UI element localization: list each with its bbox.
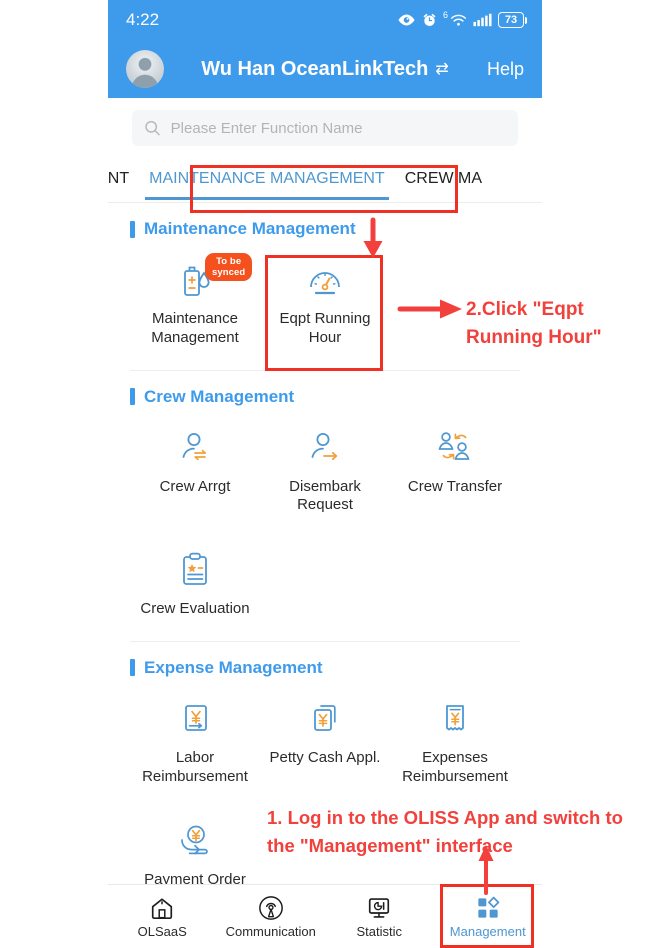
section-title: Crew Management <box>144 386 295 406</box>
yen-document-arrow-icon <box>177 696 213 740</box>
menu-item-label: Expenses Reimbursement <box>402 748 508 785</box>
section-grid: Crew Arrgt Disembark Request Crew Transf… <box>130 411 520 631</box>
menu-item-label: Eqpt Running Hour <box>279 310 371 346</box>
avatar-silhouette-icon <box>131 57 159 88</box>
menu-item-label: Labor Reimbursement <box>142 748 248 785</box>
section-accent-bar <box>130 659 135 677</box>
home-icon <box>152 897 173 919</box>
bottom-navigation-bar: OLSaaS Communication Statistic Managemen… <box>108 884 542 948</box>
nav-item-statistic[interactable]: Statistic <box>325 895 434 939</box>
grid-diamond-icon <box>478 896 500 918</box>
section-header: Crew Management <box>130 387 520 407</box>
menu-item-eqpt-running-hour[interactable]: Eqpt Running Hour <box>260 243 390 360</box>
person-exchange-icon <box>175 425 215 469</box>
menu-item-label: Crew Arrgt <box>159 477 231 495</box>
menu-item-crew-transfer[interactable]: Crew Transfer <box>390 411 520 528</box>
section-header: Expense Management <box>130 658 520 678</box>
section-grid: Labor Reimbursement Petty Cash Appl. Exp… <box>130 682 520 902</box>
oil-bottle-icon: To be synced <box>177 253 253 301</box>
menu-item-crew-arrgt[interactable]: Crew Arrgt <box>130 411 260 528</box>
section-title: Expense Management <box>144 657 323 677</box>
menu-item-label: Disembark Request <box>289 477 361 514</box>
switch-company-icon[interactable]: ⇄ <box>435 59 448 79</box>
alarm-icon <box>423 13 436 26</box>
section-expense-management: Expense Management Labor Reimbursement P… <box>108 642 542 913</box>
tab-bar: AGEMENT MAINTENANCE MANAGEMENT CREW MA <box>108 156 542 202</box>
yen-receipt-icon <box>437 696 473 740</box>
menu-item-empty-slot <box>260 533 390 631</box>
page-title: Wu Han OceanLinkTech ⇄ <box>108 58 542 81</box>
menu-item-empty-slot <box>390 533 520 631</box>
monitor-chart-icon <box>369 897 390 918</box>
menu-item-maintenance-management[interactable]: To be synced Maintenance Management <box>130 243 260 360</box>
menu-item-empty-slot <box>390 243 520 360</box>
nav-item-label: OLSaaS <box>137 923 187 939</box>
section-accent-bar <box>130 220 135 238</box>
menu-item-label: Maintenance Management <box>151 310 239 346</box>
menu-item-disembark-request[interactable]: Disembark Request <box>260 411 390 528</box>
menu-item-label: Petty Cash Appl. <box>269 748 381 766</box>
nav-item-label: Management <box>449 923 526 939</box>
status-bar-icons: 6 73 <box>397 10 527 28</box>
nav-item-label: Statistic <box>356 923 402 939</box>
search-bar[interactable] <box>132 110 518 146</box>
status-badge: To be synced <box>205 253 253 281</box>
signal-icon <box>473 13 492 27</box>
person-arrow-icon <box>305 425 345 469</box>
avatar[interactable] <box>126 50 164 88</box>
search-icon <box>145 120 160 136</box>
menu-item-label: Crew Transfer <box>407 477 503 495</box>
tab-maintenance-management[interactable]: MAINTENANCE MANAGEMENT <box>139 156 395 202</box>
company-name: Wu Han OceanLinkTech <box>201 57 429 80</box>
network-type-label: 6 <box>442 10 448 20</box>
nav-item-label: Communication <box>225 923 316 939</box>
phone-screen: 4:22 6 73 Wu Han OceanLinkTech ⇄ Help Pl… <box>108 0 542 948</box>
app-bar: Wu Han OceanLinkTech ⇄ Help <box>108 40 542 98</box>
yen-copy-icon <box>306 696 344 740</box>
section-crew-management: Crew Management Crew Arrgt Disembark Req… <box>108 371 542 642</box>
section-title: Maintenance Management <box>144 219 356 238</box>
nav-item-management[interactable]: Management <box>434 895 543 939</box>
tab-crew-management[interactable]: CREW MA <box>395 156 492 202</box>
menu-item-crew-evaluation[interactable]: Crew Evaluation <box>130 533 260 631</box>
tab-ship-management[interactable]: AGEMENT <box>108 156 139 202</box>
menu-item-label: Crew Evaluation <box>140 600 250 617</box>
menu-item-petty-cash-appl[interactable]: Petty Cash Appl. <box>260 682 390 799</box>
help-button[interactable]: Help <box>487 59 524 80</box>
gauge-icon <box>305 257 345 301</box>
broadcast-icon <box>258 895 283 920</box>
search-bar-container <box>108 98 542 156</box>
status-bar: 4:22 6 73 <box>108 0 542 40</box>
search-input[interactable] <box>170 119 506 137</box>
nav-item-communication[interactable]: Communication <box>217 895 326 939</box>
section-maintenance-management: Maintenance Management To be synced Main… <box>108 203 542 371</box>
section-accent-bar <box>130 388 135 405</box>
battery-icon: 73 <box>498 12 527 28</box>
eye-icon <box>398 14 415 26</box>
section-header: Maintenance Management <box>130 219 520 239</box>
menu-item-labor-reimbursement[interactable]: Labor Reimbursement <box>130 682 260 799</box>
menu-item-expenses-reimbursement[interactable]: Expenses Reimbursement <box>390 682 520 799</box>
nav-item-olsaas[interactable]: OLSaaS <box>108 895 217 939</box>
wifi-icon <box>450 14 467 26</box>
two-person-transfer-icon <box>434 425 476 469</box>
status-bar-time: 4:22 <box>126 10 160 29</box>
section-grid: To be synced Maintenance Management Eqpt… <box>130 243 520 360</box>
clipboard-star-icon <box>177 547 213 591</box>
yen-hand-icon <box>175 818 215 862</box>
